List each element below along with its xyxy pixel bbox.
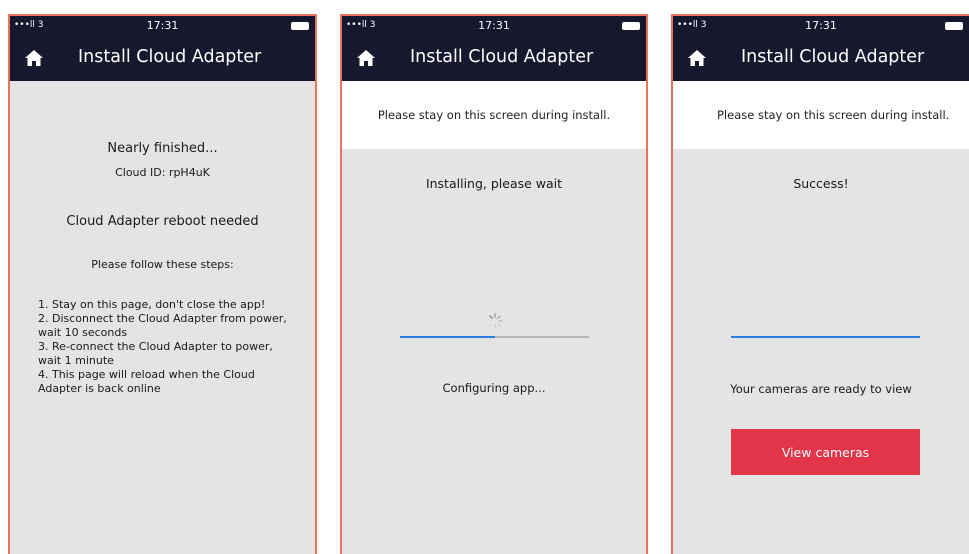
notice-bar: Please stay on this screen during instal… [673, 81, 969, 149]
step-item: 2. Disconnect the Cloud Adapter from pow… [38, 312, 287, 339]
phone-screen-installing: •••ll 3 17:31 Install Cloud Adapter Plea… [340, 14, 648, 554]
phone-screen-success: •••ll 3 17:31 Install Cloud Adapter Plea… [671, 14, 969, 554]
progress-fill [731, 336, 920, 338]
home-icon[interactable] [24, 49, 44, 67]
home-icon[interactable] [687, 49, 707, 67]
status-heading: Nearly finished... [107, 141, 218, 156]
install-notice: Please stay on this screen during instal… [717, 108, 950, 122]
status-time: 17:31 [146, 19, 179, 32]
home-icon[interactable] [356, 49, 376, 67]
status-bar: •••ll 3 17:31 [342, 16, 646, 36]
status-bar: •••ll 3 17:31 [10, 16, 315, 36]
nav-bar: Install Cloud Adapter [342, 36, 646, 81]
follow-steps-label: Please follow these steps: [91, 258, 234, 271]
progress-status: Configuring app... [442, 381, 546, 395]
status-time: 17:31 [805, 19, 837, 32]
loading-spinner-icon [487, 313, 503, 329]
progress-bar [400, 336, 589, 338]
step-item: 1. Stay on this page, don't close the ap… [38, 298, 266, 311]
progress-fill [400, 336, 495, 338]
phone-screen-reboot: •••ll 3 17:31 Install Cloud Adapter Near… [8, 14, 317, 554]
battery-icon [291, 22, 309, 30]
notice-bar: Please stay on this screen during instal… [342, 81, 646, 149]
step-item: 4. This page will reload when the Cloud … [38, 368, 255, 395]
status-heading: Success! [793, 176, 849, 191]
status-time: 17:31 [478, 19, 510, 32]
page-title: Install Cloud Adapter [78, 47, 262, 67]
status-bar: •••ll 3 17:31 [673, 16, 969, 36]
ready-message: Your cameras are ready to view [730, 382, 912, 396]
page-title: Install Cloud Adapter [410, 47, 594, 67]
cloud-id: Cloud ID: rpH4uK [115, 166, 210, 179]
nav-bar: Install Cloud Adapter [10, 36, 315, 81]
install-notice: Please stay on this screen during instal… [377, 108, 611, 122]
progress-bar [731, 336, 920, 338]
battery-icon [945, 22, 963, 30]
nav-bar: Install Cloud Adapter [673, 36, 969, 81]
page-title: Install Cloud Adapter [741, 47, 925, 67]
steps-list: 1. Stay on this page, don't close the ap… [38, 298, 287, 396]
status-heading: Installing, please wait [425, 176, 563, 191]
view-cameras-button[interactable]: View cameras [731, 429, 920, 475]
battery-icon [622, 22, 640, 30]
step-item: 3. Re-connect the Cloud Adapter to power… [38, 340, 273, 367]
reboot-heading: Cloud Adapter reboot needed [66, 214, 259, 229]
